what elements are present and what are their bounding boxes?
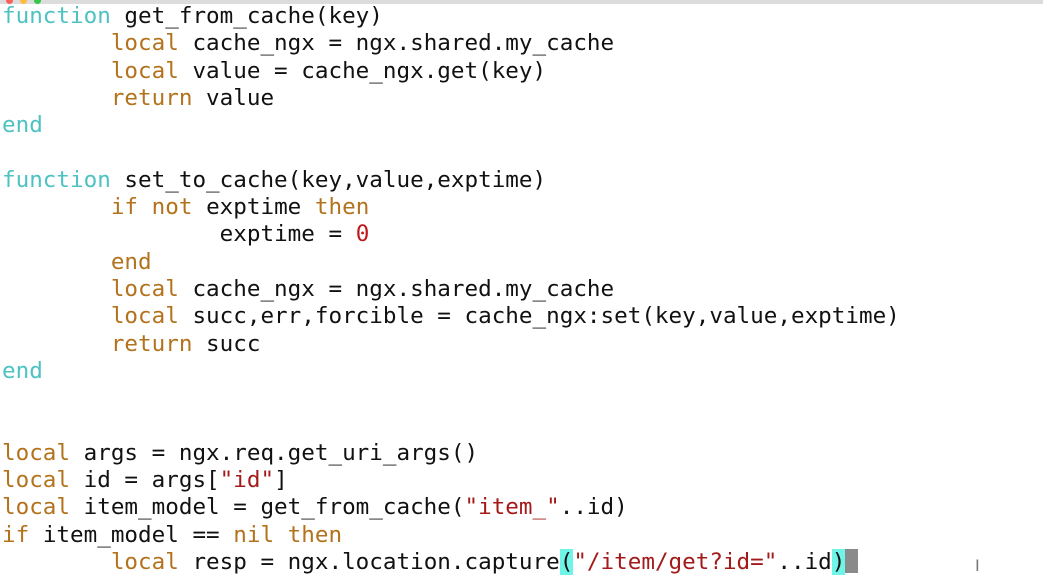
number-literal: 0 [355, 221, 370, 248]
code-line: if item_model == nil then [2, 522, 900, 549]
keyword: then [314, 194, 370, 221]
keyword: return [110, 84, 193, 111]
code-line: local cache_ngx = ngx.shared.my_cache [2, 30, 900, 57]
code-line: local succ,err,forcible = cache_ngx:set(… [2, 303, 900, 330]
keyword: end [2, 112, 43, 139]
code-line: return succ [2, 331, 900, 358]
code-line: local args = ngx.req.get_uri_args() [2, 440, 900, 467]
keyword: local [110, 303, 179, 330]
code-text: set_to_cache(key,value,exptime) [110, 166, 547, 193]
code-text: ..id [777, 548, 832, 575]
code-line: end [2, 358, 900, 385]
string-literal: "item_" [464, 494, 560, 521]
keyword: end [110, 248, 152, 275]
code-text: resp = ngx.location.capture [178, 548, 560, 575]
code-text: value [192, 84, 275, 111]
code-line: function get_from_cache(key) [2, 3, 900, 30]
code-text: id = args[ [70, 467, 220, 494]
keyword: local [2, 439, 71, 466]
code-text: value = cache_ngx.get(key) [178, 57, 547, 84]
keyword: end [2, 357, 43, 384]
keyword: local [2, 467, 71, 494]
keyword: return [110, 330, 193, 357]
code-line: local cache_ngx = ngx.shared.my_cache [2, 276, 900, 303]
keyword: function [2, 166, 111, 193]
code-text: exptime [192, 194, 315, 221]
code-text: succ,err,forcible = cache_ngx:set(key,va… [178, 303, 900, 330]
code-text: ..id) [559, 494, 628, 521]
code-text: item_model == [29, 521, 234, 548]
code-line: local resp = ngx.location.capture("/item… [2, 548, 900, 576]
string-literal: "id" [219, 467, 275, 494]
vim-editor[interactable]: function get_from_cache(key) local cache… [2, 3, 900, 576]
code-text: get_from_cache(key) [110, 3, 383, 29]
code-text: item_model = get_from_cache( [70, 494, 465, 521]
keyword: local [110, 57, 179, 84]
cursor-block [845, 548, 859, 573]
code-text: succ [192, 330, 261, 357]
code-line: exptime = 0 [2, 221, 900, 248]
string-literal: "/item/get?id=" [573, 548, 778, 575]
code-line: local item_model = get_from_cache("item_… [2, 494, 900, 521]
code-line: local value = cache_ngx.get(key) [2, 58, 900, 85]
matched-paren: ( [559, 548, 574, 575]
keyword: nil [233, 521, 275, 548]
code-text: ] [274, 467, 288, 494]
text-cursor-ibeam-icon: I [975, 556, 980, 575]
code-text: exptime = [219, 221, 356, 248]
code-line: local id = args["id"] [2, 467, 900, 494]
keyword: local [110, 30, 179, 57]
keyword: if [2, 521, 30, 548]
keyword: local [110, 548, 179, 575]
code-line: return value [2, 85, 900, 112]
keyword: function [2, 3, 111, 29]
keyword: local [110, 275, 179, 302]
code-text: cache_ngx = ngx.shared.my_cache [178, 275, 615, 302]
keyword: local [2, 494, 71, 521]
keyword: not [151, 194, 193, 221]
code-text: cache_ngx = ngx.shared.my_cache [178, 30, 615, 57]
code-line: if not exptime then [2, 194, 900, 221]
keyword: then [287, 521, 343, 548]
matched-paren: ) [831, 548, 846, 575]
code-line: end [2, 112, 900, 139]
keyword: if [110, 194, 139, 221]
code-text: args = ngx.req.get_uri_args() [70, 439, 479, 466]
code-line: end [2, 249, 900, 276]
code-line: function set_to_cache(key,value,exptime) [2, 167, 900, 194]
